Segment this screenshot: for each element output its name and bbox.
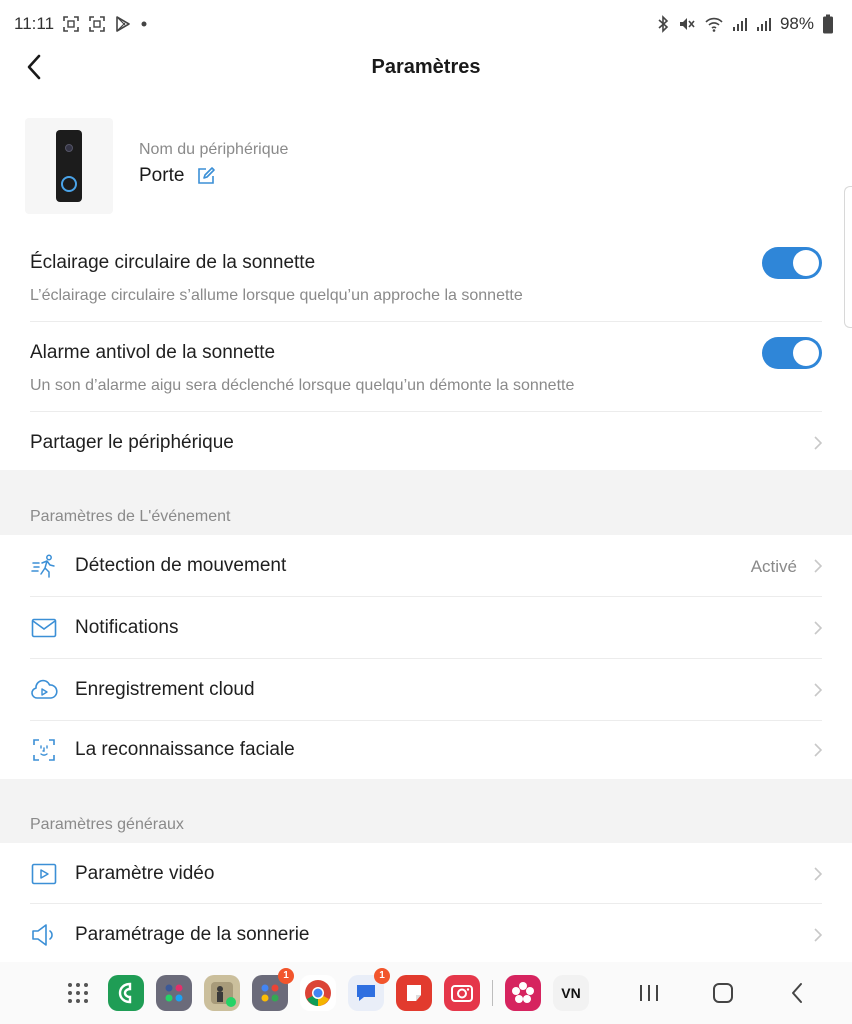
video-icon [30,862,58,886]
photo-whatsapp-icon[interactable] [204,975,240,1011]
ringtone-settings-row[interactable]: Paramétrage de la sonnerie [0,904,852,962]
device-card: Nom du périphérique Porte [0,110,852,220]
chevron-right-icon [812,741,824,759]
cloud-recording-row[interactable]: Enregistrement cloud [0,659,852,721]
chevron-right-icon [812,619,824,637]
vn-app-label: VN [561,985,581,1001]
device-name-value: Porte [139,165,185,186]
back-icon [792,983,802,1003]
envelope-icon [30,616,58,640]
home-icon [713,983,733,1003]
recent-apps-button[interactable] [629,973,669,1013]
anti-theft-alarm-toggle[interactable] [762,337,822,369]
notes-icon[interactable] [396,975,432,1011]
chevron-right-icon [812,865,824,883]
bluetooth-icon [656,15,670,33]
status-bar: 11:11 98% [0,0,852,48]
system-back-button[interactable] [777,973,817,1013]
signal-icon [732,16,748,32]
screenshot-icon [62,15,80,33]
status-time: 11:11 [14,14,55,33]
row-label: La reconnaissance faciale [75,739,295,760]
row-label: Enregistrement cloud [75,679,255,700]
edge-panel-handle[interactable] [844,186,852,328]
cloud-icon [30,678,58,702]
setting-title: Alarme antivol de la sonnette [30,342,276,363]
wifi-icon [704,15,724,33]
setting-description: L’éclairage circulaire s’allume lorsque … [30,287,523,304]
chevron-right-icon [812,681,824,699]
notification-badge: 1 [278,968,294,984]
notification-dot-icon [140,20,148,28]
face-scan-icon [30,738,58,762]
status-value: Activé [750,557,797,576]
screen-recorder-icon[interactable] [444,975,480,1011]
section-title: Paramètres généraux [30,816,184,833]
row-label: Notifications [75,617,179,638]
row-label: Détection de mouvement [75,555,287,576]
device-name: Porte [139,165,216,187]
setting-description: Un son d’alarme aigu sera déclenché lors… [30,377,575,394]
phone-app-icon[interactable] [108,975,144,1011]
setting-title: Éclairage circulaire de la sonnette [30,252,316,273]
edit-icon[interactable] [196,166,216,186]
messages-icon[interactable]: 1 [348,968,390,1011]
row-label: Paramétrage de la sonnerie [75,924,310,945]
chrome-icon[interactable] [300,975,336,1011]
mute-icon [678,15,696,33]
app-drawer-button[interactable] [62,977,94,1009]
section-title: Paramètres de L'événement [30,508,231,525]
folder-social-icon[interactable] [156,975,192,1011]
device-name-label: Nom du périphérique [139,141,289,158]
grid-icon [68,983,88,1003]
dock-divider [492,980,493,1006]
chevron-right-icon [812,434,824,452]
general-section-header: Paramètres généraux [0,779,852,843]
notification-badge: 1 [374,968,390,984]
video-settings-row[interactable]: Paramètre vidéo [0,843,852,904]
battery-percent: 98% [779,14,814,33]
event-section-header: Paramètres de L'événement [0,470,852,535]
share-device-label: Partager le périphérique [30,432,234,453]
notifications-row[interactable]: Notifications [0,597,852,659]
anti-theft-alarm-setting: Alarme antivol de la sonnette Un son d’a… [0,322,852,412]
page-title: Paramètres [371,56,481,78]
screenshot-icon [88,15,106,33]
battery-icon [822,14,834,34]
speaker-icon [30,923,58,947]
home-button[interactable] [703,973,743,1013]
app-bar: Paramètres [0,48,852,86]
facial-recognition-row[interactable]: La reconnaissance faciale [0,719,852,779]
recents-icon [640,985,658,1001]
ring-light-setting: Éclairage circulaire de la sonnette L’éc… [0,232,852,322]
vn-editor-icon[interactable]: VN [553,975,589,1011]
motion-detection-row[interactable]: Détection de mouvement Activé [0,535,852,597]
navigation-bar: 1 1 VN [0,962,852,1024]
folder-apps-icon[interactable]: 1 [252,968,294,1011]
chevron-right-icon [812,557,824,575]
flower-app-icon[interactable] [505,975,541,1011]
chevron-right-icon [812,926,824,944]
row-label: Paramètre vidéo [75,863,215,884]
signal-icon [756,16,772,32]
doorbell-icon [56,130,82,202]
motion-icon [30,554,58,578]
ring-light-toggle[interactable] [762,247,822,279]
share-device-row[interactable]: Partager le périphérique [0,412,852,470]
play-store-icon [114,15,132,33]
device-image [25,118,113,214]
